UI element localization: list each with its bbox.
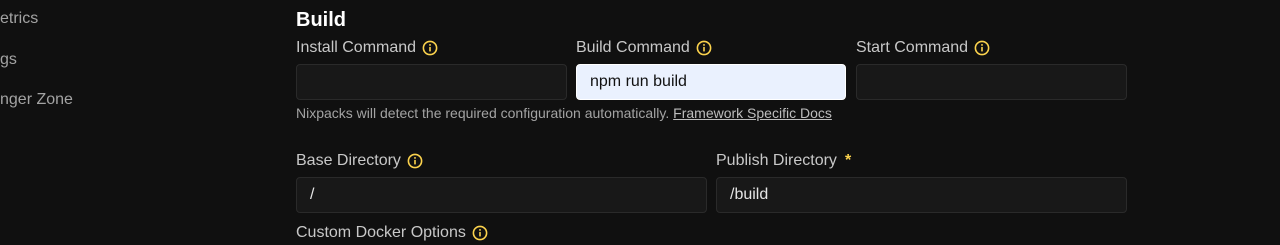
- helper-text: Nixpacks will detect the required config…: [296, 105, 674, 121]
- publish-directory-label-text: Publish Directory: [716, 152, 837, 169]
- nixpacks-helper-text: Nixpacks will detect the required config…: [296, 105, 832, 121]
- build-command-input[interactable]: [576, 64, 846, 100]
- publish-directory-input[interactable]: [716, 177, 1127, 213]
- install-command-label-text: Install Command: [296, 39, 417, 56]
- sidebar: etrics gs nger Zone: [0, 0, 260, 245]
- start-command-input[interactable]: [856, 64, 1127, 100]
- required-indicator: *: [844, 152, 852, 169]
- sidebar-item-danger-zone[interactable]: nger Zone: [0, 91, 73, 109]
- base-directory-label: Base Directory: [296, 152, 423, 170]
- publish-directory-label: Publish Directory *: [716, 152, 851, 170]
- build-command-label: Build Command: [576, 39, 712, 57]
- info-icon[interactable]: [407, 153, 423, 169]
- start-command-label-text: Start Command: [856, 39, 969, 56]
- install-command-input[interactable]: [296, 64, 567, 100]
- start-command-label: Start Command: [856, 39, 990, 57]
- base-directory-label-text: Base Directory: [296, 152, 401, 169]
- info-icon[interactable]: [696, 40, 712, 56]
- info-icon[interactable]: [422, 40, 438, 56]
- info-icon[interactable]: [974, 40, 990, 56]
- build-command-label-text: Build Command: [576, 39, 690, 56]
- base-directory-input[interactable]: [296, 177, 707, 213]
- sidebar-item-metrics[interactable]: etrics: [0, 10, 38, 28]
- framework-docs-link[interactable]: Framework Specific Docs: [673, 105, 832, 121]
- sidebar-item-logs[interactable]: gs: [0, 51, 17, 69]
- info-icon[interactable]: [472, 225, 488, 241]
- section-title-build: Build: [296, 9, 346, 31]
- install-command-label: Install Command: [296, 39, 438, 57]
- custom-docker-options-label: Custom Docker Options: [296, 224, 488, 242]
- custom-docker-options-label-text: Custom Docker Options: [296, 224, 466, 241]
